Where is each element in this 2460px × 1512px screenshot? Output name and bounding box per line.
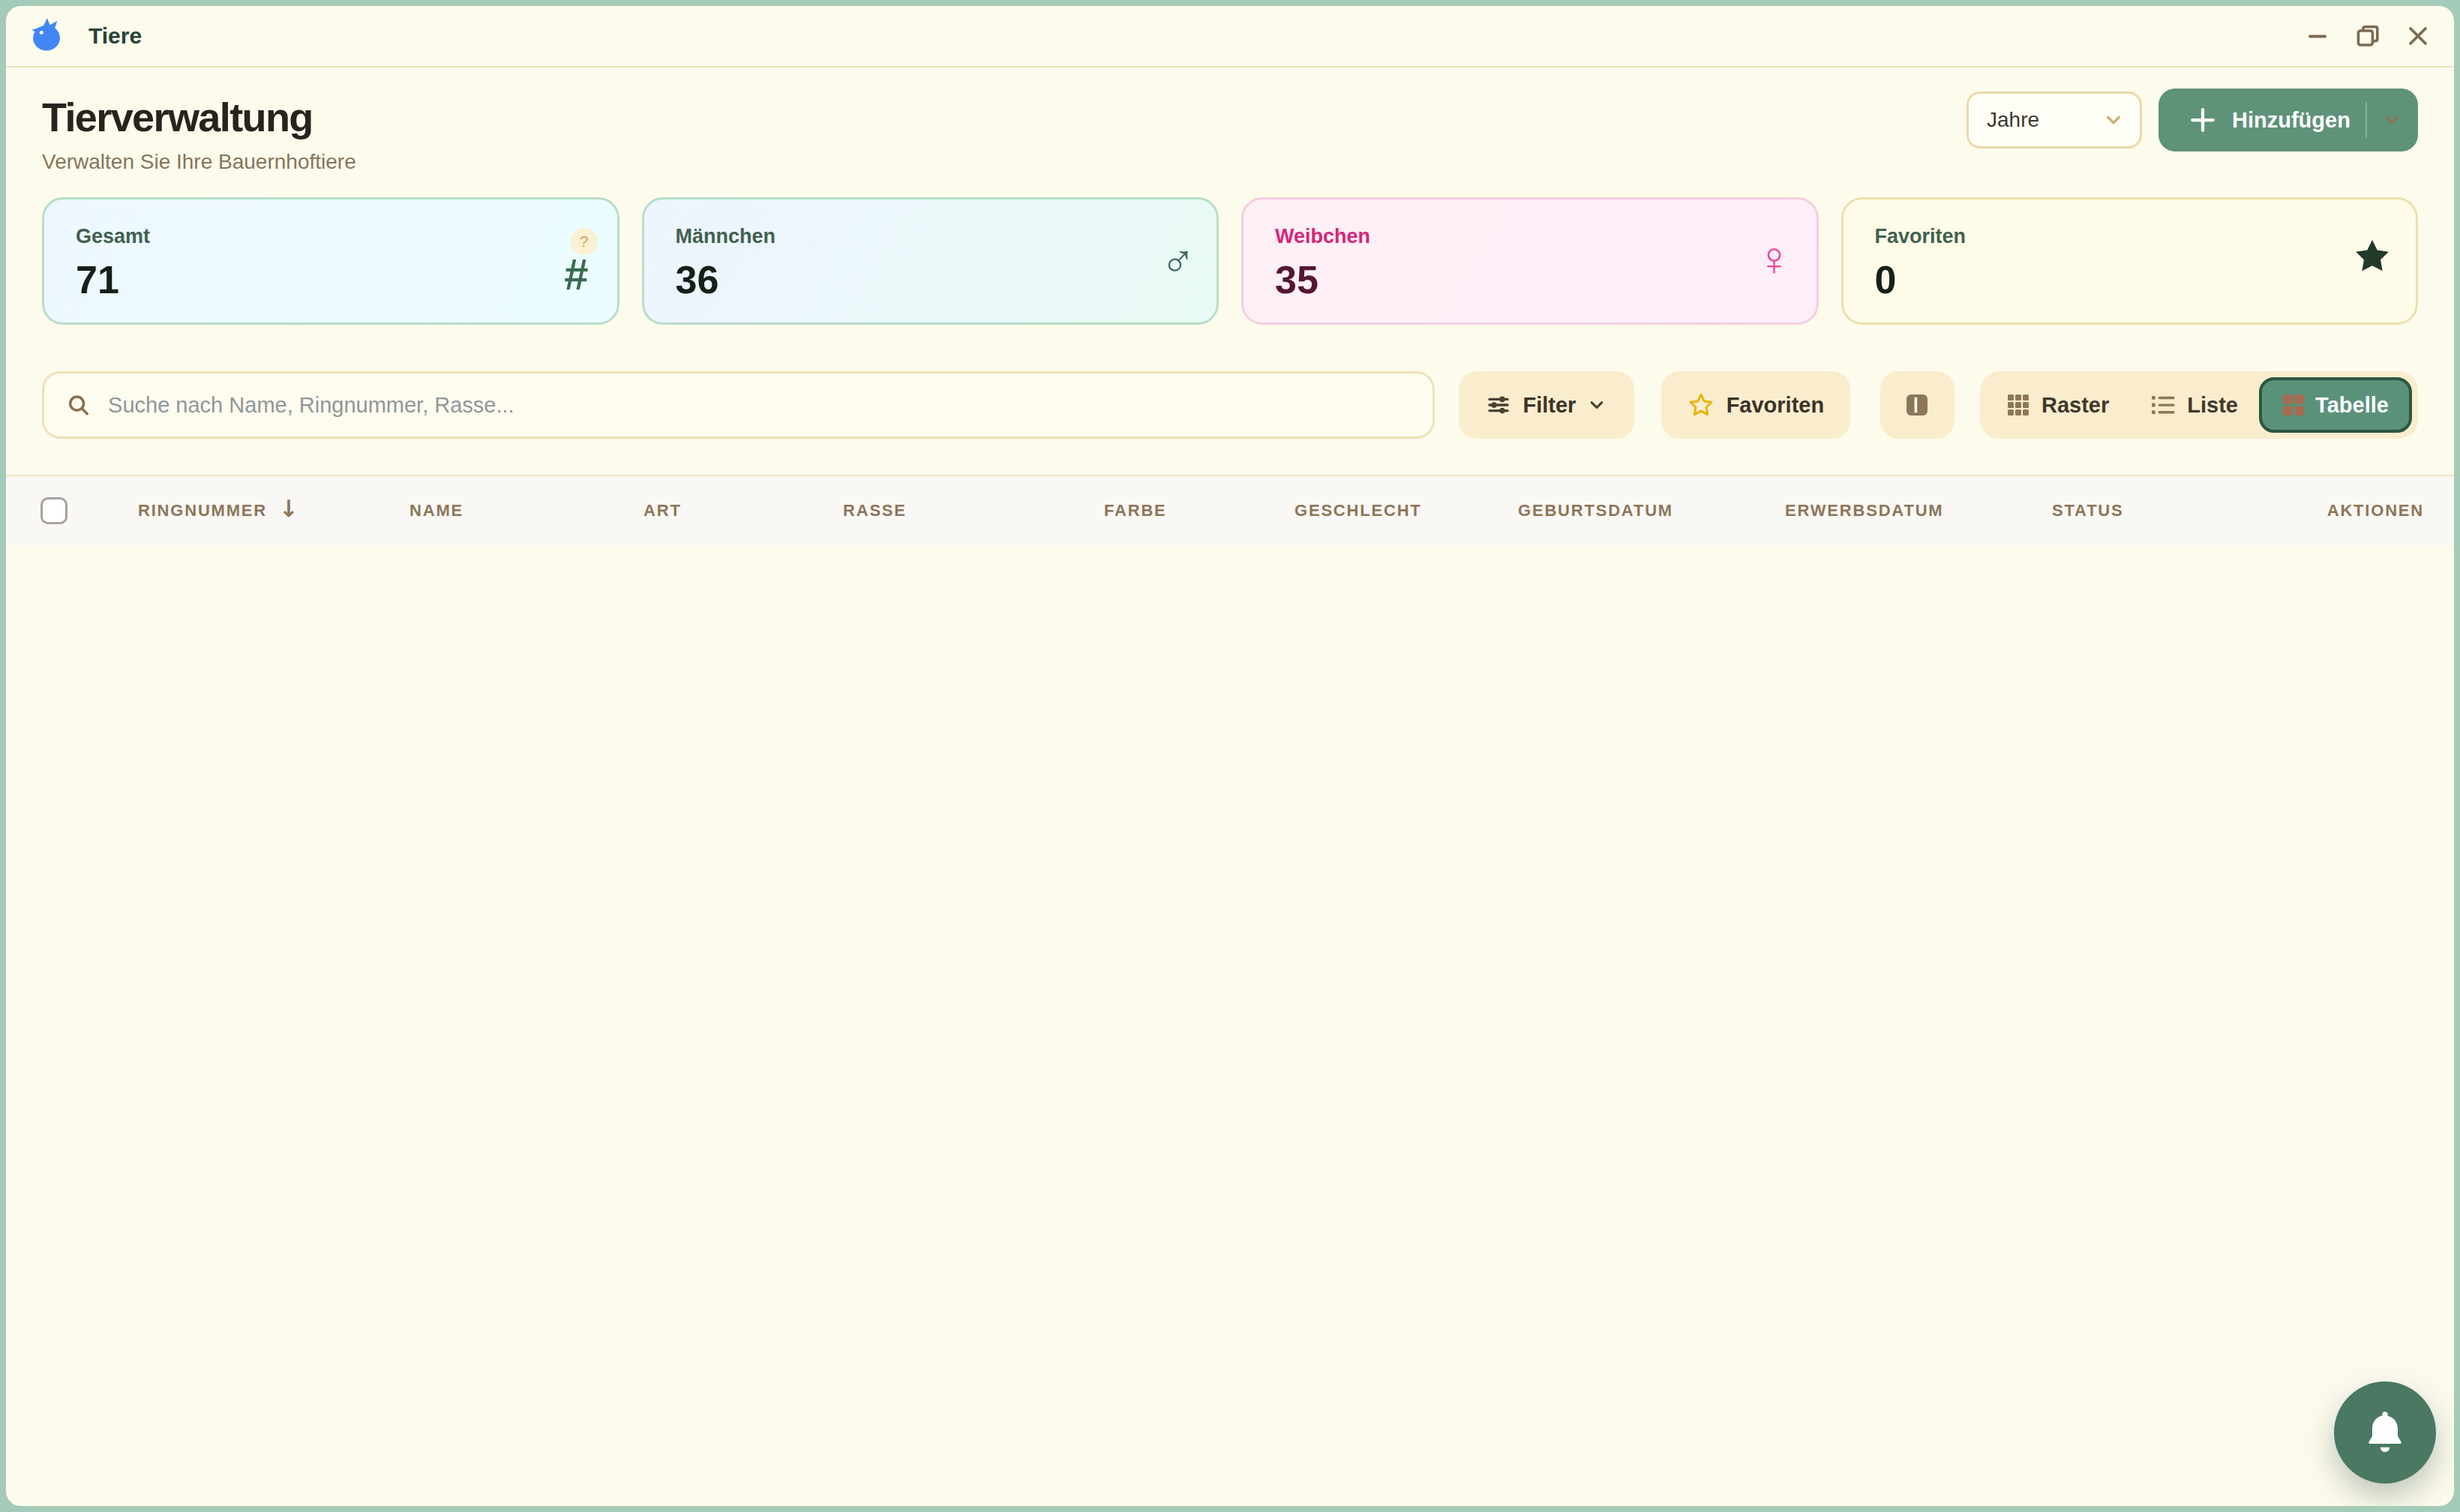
column-header-farbe[interactable]: Farbe: [1104, 501, 1294, 520]
chevron-down-icon: [2104, 110, 2123, 130]
app-window: Tiere Tierverwaltung Verwalten Sie Ihre …: [0, 0, 2460, 1512]
select-all-checkbox[interactable]: [40, 497, 68, 524]
stat-card-weibchen: Weibchen 35 ♀: [1241, 197, 1819, 325]
add-dropdown-chevron-icon[interactable]: [2382, 110, 2402, 130]
grid-icon: [2007, 394, 2030, 416]
stat-label: Gesamt: [76, 225, 586, 248]
stat-value: 71: [76, 257, 586, 302]
app-logo-bird-icon: [27, 16, 66, 56]
column-header-erwerbsdatum[interactable]: Erwerbsdatum: [1785, 501, 2052, 520]
column-header-name[interactable]: Name: [410, 501, 644, 520]
search-input[interactable]: [105, 392, 1412, 419]
stat-value: 35: [1275, 257, 1785, 302]
column-header-ringnummer[interactable]: Ringnummer↓: [138, 500, 410, 522]
window-title: Tiere: [88, 23, 142, 49]
filter-sliders-icon: [1486, 393, 1510, 417]
add-button[interactable]: Hinzufügen: [2158, 88, 2418, 152]
notifications-fab[interactable]: [2334, 1382, 2436, 1484]
stat-value: 0: [1875, 257, 2385, 302]
favorites-label: Favoriten: [1726, 393, 1825, 418]
stat-cards: Gesamt 71 ? # Männchen 36 ♂ Weibchen 35 …: [42, 197, 2418, 325]
table-icon: [2282, 394, 2305, 416]
star-icon: [2353, 237, 2392, 282]
column-header-status[interactable]: Status: [2052, 501, 2252, 520]
close-button[interactable]: [2408, 26, 2428, 46]
stat-card-favoriten: Favoriten 0: [1841, 197, 2419, 325]
toolbar: Filter Favoriten Raster Liste Tabelle: [42, 371, 2418, 439]
search-box: [42, 371, 1435, 439]
chevron-down-icon: [1588, 396, 1606, 414]
column-header-art[interactable]: Art: [644, 501, 843, 520]
table-header: Ringnummer↓ Name Art Rasse Farbe Geschle…: [6, 475, 2454, 545]
year-filter-select[interactable]: Jahre: [1966, 92, 2142, 148]
view-table-button[interactable]: Tabelle: [2259, 377, 2412, 433]
sort-desc-icon: ↓: [279, 495, 298, 522]
view-grid-button[interactable]: Raster: [1986, 377, 2130, 433]
stat-card-gesamt: Gesamt 71 ? #: [42, 197, 620, 325]
male-icon: ♂: [1161, 232, 1196, 286]
animals-table: Ringnummer↓ Name Art Rasse Farbe Geschle…: [6, 475, 2454, 545]
plus-icon: [2190, 107, 2216, 133]
view-table-label: Tabelle: [2315, 393, 2389, 418]
stat-label: Favoriten: [1875, 225, 2385, 248]
hash-icon: #: [564, 249, 588, 299]
columns-button[interactable]: [1880, 371, 1954, 439]
column-header-geburtsdatum[interactable]: Geburtsdatum: [1518, 501, 1785, 520]
search-icon: [67, 393, 90, 417]
titlebar: Tiere: [6, 6, 2454, 68]
year-filter-value: Jahre: [1987, 108, 2039, 132]
female-icon: ♀: [1756, 231, 1792, 286]
stat-label: Weibchen: [1275, 225, 1785, 248]
filter-label: Filter: [1522, 393, 1576, 418]
column-header-aktionen: Aktionen: [2252, 501, 2454, 520]
maximize-button[interactable]: [2356, 25, 2379, 47]
stat-label: Männchen: [676, 225, 1186, 248]
column-header-geschlecht[interactable]: Geschlecht: [1294, 501, 1518, 520]
page-header: Tierverwaltung Verwalten Sie Ihre Bauern…: [6, 68, 2454, 174]
filter-button[interactable]: Filter: [1459, 371, 1634, 439]
add-button-label: Hinzufügen: [2232, 108, 2350, 133]
stat-value: 36: [676, 257, 1186, 302]
view-grid-label: Raster: [2042, 393, 2109, 418]
list-icon: [2151, 394, 2175, 416]
favorites-filter-button[interactable]: Favoriten: [1661, 371, 1850, 439]
view-switcher: Raster Liste Tabelle: [1980, 371, 2418, 439]
page-subtitle: Verwalten Sie Ihre Bauernhoftiere: [42, 150, 2418, 174]
view-list-button[interactable]: Liste: [2130, 377, 2259, 433]
bell-icon: [2360, 1407, 2410, 1458]
stat-card-maennchen: Männchen 36 ♂: [642, 197, 1220, 325]
view-list-label: Liste: [2187, 393, 2238, 418]
minimize-button[interactable]: [2307, 26, 2328, 46]
star-outline-icon: [1688, 392, 1714, 418]
columns-icon: [1904, 392, 1930, 418]
column-header-rasse[interactable]: Rasse: [843, 501, 1104, 520]
